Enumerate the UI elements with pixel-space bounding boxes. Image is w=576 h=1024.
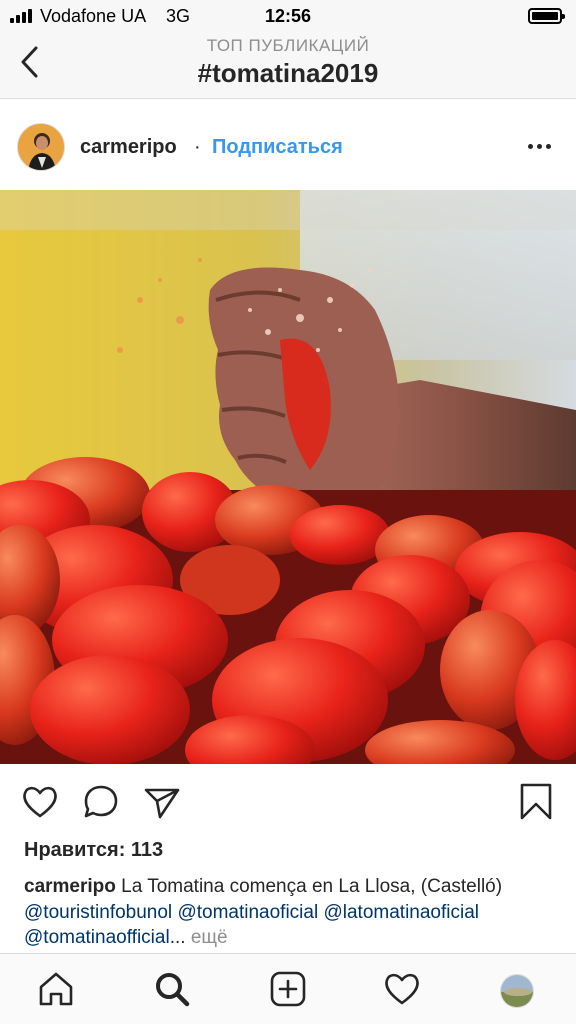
follow-button[interactable]: Подписаться xyxy=(212,136,343,159)
post-image[interactable] xyxy=(0,190,576,764)
post-caption: carmeripo La Tomatina comença en La Llos… xyxy=(24,874,564,951)
profile-avatar-image xyxy=(501,975,533,1007)
new-post-plus-icon[interactable] xyxy=(268,969,308,1009)
mention-link[interactable]: @tomatinaofficial xyxy=(24,927,170,948)
separator-dot: · xyxy=(194,136,201,158)
comment-icon[interactable] xyxy=(81,782,121,822)
caption-username[interactable]: carmeripo xyxy=(24,876,116,897)
post-username[interactable]: carmeripo xyxy=(80,136,177,159)
caption-ellipsis: ... xyxy=(169,927,186,948)
home-icon[interactable] xyxy=(36,969,76,1009)
author-avatar[interactable] xyxy=(17,123,65,171)
activity-heart-icon[interactable] xyxy=(382,969,422,1009)
avatar-image xyxy=(18,124,64,170)
mention-link[interactable]: @tomatinaoficial xyxy=(177,902,318,923)
tomato-photo xyxy=(0,190,576,764)
page-title: #tomatina2019 xyxy=(197,58,379,88)
more-options-icon[interactable] xyxy=(528,136,558,156)
profile-avatar[interactable] xyxy=(500,974,534,1008)
share-paper-plane-icon[interactable] xyxy=(142,782,182,822)
status-bar: Vodafone UA 3G 12:56 xyxy=(0,0,576,32)
bookmark-icon[interactable] xyxy=(516,782,556,822)
post-header: carmeripo · Подписаться xyxy=(0,100,576,190)
page-header: ТОП ПУБЛИКАЦИЙ #tomatina2019 xyxy=(0,32,576,99)
mention-link[interactable]: @touristinfobunol xyxy=(24,902,172,923)
header-subtitle: ТОП ПУБЛИКАЦИЙ xyxy=(206,36,370,55)
post-actions xyxy=(0,764,576,838)
bottom-tab-bar xyxy=(0,953,576,1024)
status-time: 12:56 xyxy=(264,6,312,26)
mention-link[interactable]: @latomatinaoficial xyxy=(323,902,479,923)
caption-text: La Tomatina comença en La Llosa, (Castel… xyxy=(115,876,503,897)
search-icon[interactable] xyxy=(152,969,192,1009)
like-heart-icon[interactable] xyxy=(20,782,60,822)
battery-icon xyxy=(528,8,565,24)
more-link[interactable]: ещё xyxy=(191,927,228,948)
likes-count[interactable]: Нравится: 113 xyxy=(24,839,163,862)
